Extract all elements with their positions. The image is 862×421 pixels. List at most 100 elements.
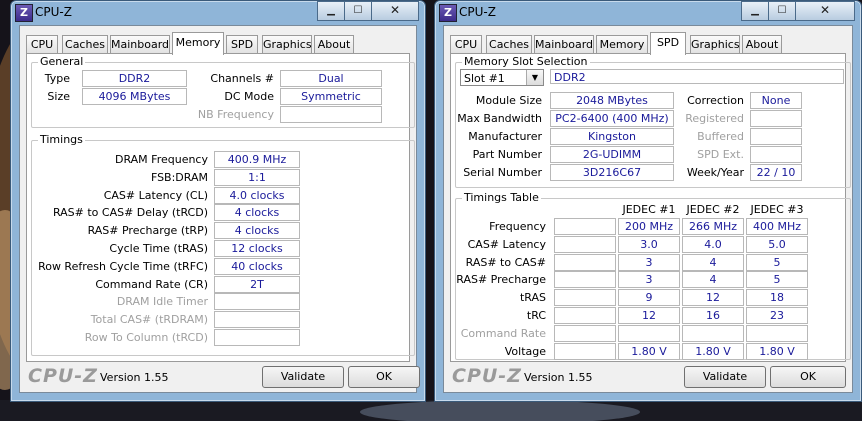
spd-timing-cell: 12: [618, 307, 680, 324]
timing-value: 12 clocks: [214, 240, 300, 257]
footer-bar: CPU-Z Version 1.55 Validate OK: [444, 358, 852, 392]
jedec-column-header: JEDEC #1: [622, 203, 676, 216]
max-bandwidth-value: PC2-6400 (400 MHz): [550, 110, 674, 127]
timing-value: 4 clocks: [214, 204, 300, 222]
spd-timing-cell: 18: [746, 289, 808, 307]
module-size-label: Module Size: [475, 94, 542, 107]
spd-ext-label: SPD Ext.: [697, 148, 744, 161]
maximize-button[interactable]: ☐: [344, 1, 372, 21]
spd-timing-cell: 23: [746, 307, 808, 324]
cpuz-window-memory: Z CPU-Z ▁ ☐ ✕ CPU Caches Mainboard Memor…: [10, 0, 426, 402]
timing-label: Total CAS# (tRDRAM): [90, 313, 208, 327]
chevron-down-icon[interactable]: ▼: [526, 70, 543, 85]
tab-caches[interactable]: Caches: [62, 35, 108, 54]
timing-label: DRAM Idle Timer: [116, 295, 208, 309]
minimize-button[interactable]: ▁: [741, 1, 769, 21]
tab-about[interactable]: About: [742, 35, 782, 54]
spd-timing-cell: 16: [682, 307, 744, 324]
close-button[interactable]: ✕: [795, 1, 855, 21]
slot-selected-value: Slot #1: [464, 72, 505, 85]
spd-timing-cell: 4.0: [682, 235, 744, 253]
timing-value: [214, 293, 300, 311]
title-bar[interactable]: Z CPU-Z ▁ ☐ ✕: [435, 1, 861, 25]
timing-value: 40 clocks: [214, 257, 300, 275]
minimize-button[interactable]: ▁: [317, 1, 345, 21]
spd-timing-label: Command Rate: [460, 326, 546, 340]
tab-memory[interactable]: Memory: [596, 35, 648, 54]
timing-label: FSB:DRAM: [150, 170, 208, 184]
spd-timing-label: CAS# Latency: [467, 237, 546, 251]
week-year-value: 22 / 10: [750, 164, 802, 181]
tab-graphics[interactable]: Graphics: [262, 35, 312, 54]
buffered-label: Buffered: [697, 130, 744, 143]
spd-timing-cell: [618, 324, 680, 342]
timing-label: Cycle Time (tRAS): [109, 242, 208, 255]
correction-value: None: [750, 92, 802, 109]
spd-timing-cell: 3: [618, 253, 680, 271]
type-label: Type: [44, 72, 70, 85]
tab-cpu[interactable]: CPU: [450, 35, 482, 54]
tab-mainboard[interactable]: Mainboard: [534, 35, 594, 54]
timings-table-group: Timings Table JEDEC #1 JEDEC #2 JEDEC #3 Fr…: [455, 191, 851, 360]
timing-label: Row Refresh Cycle Time (tRFC): [38, 259, 208, 273]
ok-button[interactable]: OK: [770, 366, 846, 388]
spd-timing-cell: 266 MHz: [682, 218, 744, 235]
jedec-column-header: JEDEC #2: [686, 203, 740, 216]
spd-timing-cell: [682, 324, 744, 342]
general-title: General: [38, 55, 86, 68]
channels-label: Channels #: [210, 72, 274, 85]
manufacturer-label: Manufacturer: [468, 130, 542, 143]
maximize-button[interactable]: ☐: [768, 1, 796, 21]
timing-label: Command Rate (CR): [95, 277, 208, 291]
tab-memory[interactable]: Memory: [172, 32, 224, 55]
spd-panel: Memory Slot Selection Slot #1 ▼ DDR2 Mod…: [450, 53, 851, 362]
type-value: DDR2: [82, 70, 187, 87]
spd-timing-blank-cell: [554, 324, 616, 342]
tab-spd[interactable]: SPD: [650, 32, 686, 55]
spd-timing-label: tRC: [526, 309, 546, 322]
memory-type-value: DDR2: [550, 69, 844, 84]
slot-dropdown[interactable]: Slot #1 ▼: [460, 69, 544, 86]
dcmode-label: DC Mode: [224, 90, 274, 103]
spd-timing-cell: 3: [618, 271, 680, 289]
title-bar[interactable]: Z CPU-Z ▁ ☐ ✕: [11, 1, 425, 25]
cpuz-window-spd: Z CPU-Z ▁ ☐ ✕ CPU Caches Mainboard Memor…: [434, 0, 862, 402]
timing-value: 400.9 MHz: [214, 151, 300, 168]
validate-button[interactable]: Validate: [262, 366, 344, 388]
spd-timing-cell: 12: [682, 289, 744, 307]
timing-label: RAS# to CAS# Delay (tRCD): [52, 206, 208, 220]
cpuz-app-icon: Z: [15, 4, 33, 22]
nbfreq-label: NB Frequency: [197, 108, 274, 121]
window-client: CPU Caches Mainboard Memory SPD Graphics…: [443, 25, 853, 393]
general-group: General Type DDR2 Size 4096 MBytes Chann…: [31, 55, 415, 128]
tab-cpu[interactable]: CPU: [26, 35, 58, 54]
correction-label: Correction: [687, 94, 744, 107]
spd-timing-blank-cell: [554, 307, 616, 324]
week-year-label: Week/Year: [686, 166, 744, 179]
close-button[interactable]: ✕: [371, 1, 419, 21]
tab-caches[interactable]: Caches: [486, 35, 532, 54]
spd-timing-cell: 5: [746, 253, 808, 271]
spd-timing-label: RAS# to CAS#: [465, 255, 546, 269]
timing-value: [214, 311, 300, 329]
tab-mainboard[interactable]: Mainboard: [110, 35, 170, 54]
validate-button[interactable]: Validate: [684, 366, 766, 388]
tab-spd[interactable]: SPD: [226, 35, 258, 54]
slot-selection-title: Memory Slot Selection: [462, 55, 590, 68]
cpuz-brand-logo: CPU-Z: [28, 365, 98, 387]
version-label: Version 1.55: [100, 371, 169, 384]
spd-timing-cell: [746, 324, 808, 342]
window-title: CPU-Z: [459, 5, 496, 19]
spd-timing-blank-cell: [554, 235, 616, 253]
tab-about[interactable]: About: [314, 35, 354, 54]
ok-button[interactable]: OK: [348, 366, 420, 388]
spd-timing-blank-cell: [554, 271, 616, 289]
serial-number-value: 3D216C67: [550, 164, 674, 181]
timing-value: 2T: [214, 275, 300, 293]
spd-timing-blank-cell: [554, 289, 616, 307]
timing-label: DRAM Frequency: [114, 153, 208, 166]
tab-graphics[interactable]: Graphics: [690, 35, 740, 54]
spd-timing-cell: 5.0: [746, 235, 808, 253]
spd-timing-label: Frequency: [489, 220, 546, 233]
module-size-value: 2048 MBytes: [550, 92, 674, 109]
